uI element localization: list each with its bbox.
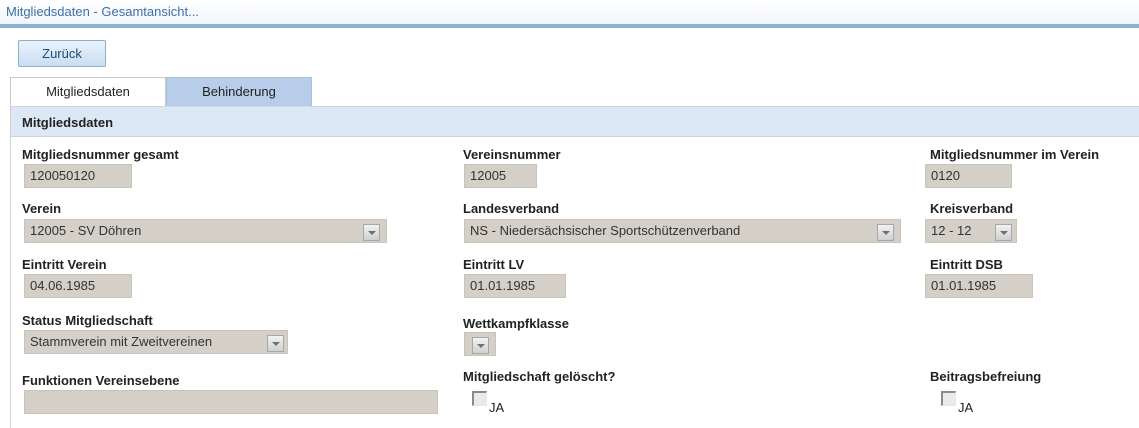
- tab-mitgliedsdaten[interactable]: Mitgliedsdaten: [10, 77, 166, 107]
- beitragsbefreiung-label: Beitragsbefreiung: [930, 369, 1042, 384]
- mitgliedsnummer-verein-label: Mitgliedsnummer im Verein: [930, 147, 1100, 162]
- eintritt-lv-field[interactable]: 01.01.1985: [464, 274, 566, 298]
- chevron-down-icon[interactable]: [995, 224, 1012, 241]
- verein-select[interactable]: 12005 - SV Döhren: [24, 219, 387, 243]
- funktionen-label: Funktionen Vereinsebene: [22, 373, 180, 388]
- vereinsnummer-label: Vereinsnummer: [463, 147, 561, 162]
- section-title: Mitgliedsdaten: [22, 115, 114, 130]
- verein-label: Verein: [22, 201, 62, 216]
- funktionen-field[interactable]: [24, 390, 438, 414]
- landesverband-value: NS - Niedersächsischer Sportschützenverb…: [470, 223, 741, 238]
- wettkampfklasse-select[interactable]: [464, 332, 496, 356]
- kreisverband-label: Kreisverband: [930, 201, 1014, 216]
- beitragsbefreiung-option-label: JA: [958, 400, 974, 415]
- eintritt-verein-label: Eintritt Verein: [22, 257, 107, 272]
- chevron-down-icon[interactable]: [267, 335, 284, 352]
- tab-behinderung[interactable]: Behinderung: [166, 77, 312, 107]
- mitgliedsnummer-gesamt-label: Mitgliedsnummer gesamt: [22, 147, 179, 162]
- chevron-down-icon[interactable]: [472, 337, 489, 354]
- landesverband-label: Landesverband: [463, 201, 560, 216]
- mitgliedsnummer-gesamt-field[interactable]: 120050120: [24, 164, 132, 188]
- kreisverband-value: 12 - 12: [931, 223, 972, 238]
- wettkampfklasse-label: Wettkampfklasse: [463, 316, 569, 331]
- beitragsbefreiung-checkbox[interactable]: [941, 391, 956, 406]
- section-header: Mitgliedsdaten: [11, 107, 1139, 137]
- geloescht-label: Mitgliedschaft gelöscht?: [463, 369, 616, 384]
- verein-value: 12005 - SV Döhren: [30, 223, 142, 238]
- eintritt-verein-field[interactable]: 04.06.1985: [24, 274, 132, 298]
- window-titlebar: Mitgliedsdaten - Gesamtansicht...: [0, 0, 1139, 28]
- chevron-down-icon[interactable]: [363, 224, 380, 241]
- eintritt-dsb-label: Eintritt DSB: [930, 257, 1003, 272]
- back-button[interactable]: Zurück: [18, 40, 106, 67]
- status-select[interactable]: Stammverein mit Zweitvereinen: [24, 330, 288, 354]
- geloescht-checkbox[interactable]: [472, 391, 487, 406]
- status-label: Status Mitgliedschaft: [22, 313, 153, 328]
- geloescht-option-label: JA: [489, 400, 505, 415]
- window-title: Mitgliedsdaten - Gesamtansicht...: [6, 4, 199, 19]
- chevron-down-icon[interactable]: [877, 224, 894, 241]
- kreisverband-select[interactable]: 12 - 12: [925, 219, 1017, 243]
- mitgliedsnummer-verein-field[interactable]: 0120: [925, 164, 1012, 188]
- eintritt-lv-label: Eintritt LV: [463, 257, 525, 272]
- landesverband-select[interactable]: NS - Niedersächsischer Sportschützenverb…: [464, 219, 901, 243]
- status-value: Stammverein mit Zweitvereinen: [30, 334, 213, 349]
- eintritt-dsb-field[interactable]: 01.01.1985: [925, 274, 1033, 298]
- vereinsnummer-field[interactable]: 12005: [464, 164, 537, 188]
